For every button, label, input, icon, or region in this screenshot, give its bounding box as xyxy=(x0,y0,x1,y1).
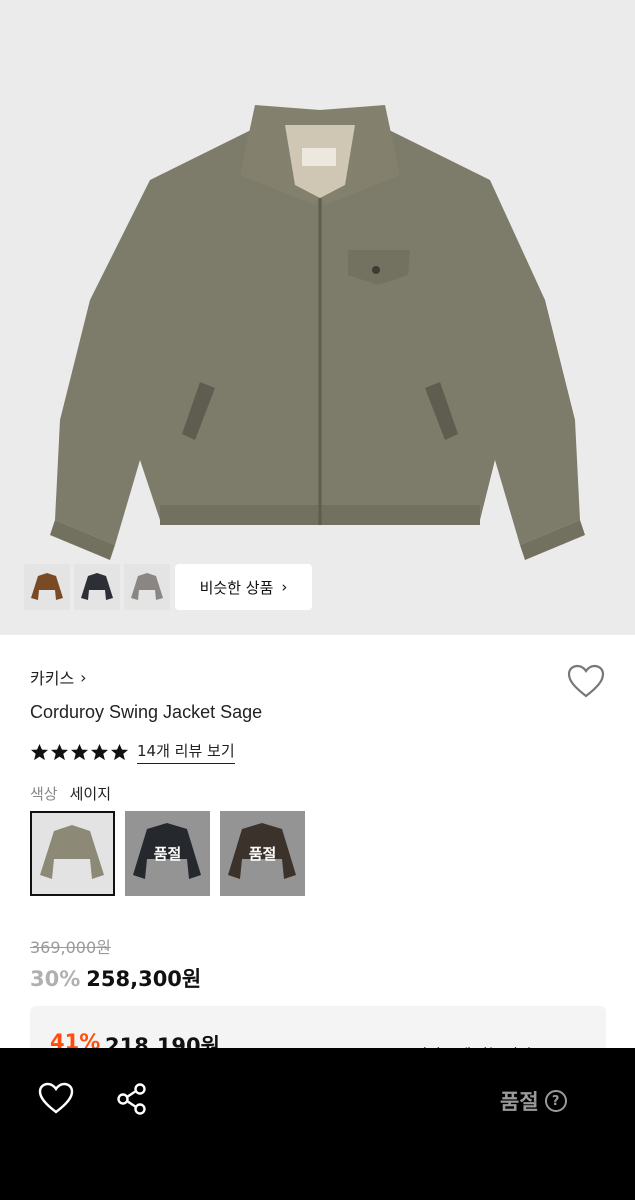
original-price: 369,000원 xyxy=(30,938,111,957)
bottom-action-bar xyxy=(0,1048,635,1200)
product-hero-image[interactable]: 비슷한 상품 › xyxy=(0,0,635,635)
jacket-navy-thumbnail-icon xyxy=(81,573,113,600)
sold-out-overlay: 품절 xyxy=(125,811,210,896)
swatch-sage[interactable] xyxy=(30,811,115,896)
jacket-grey-thumbnail-icon xyxy=(131,573,163,600)
star-icon xyxy=(30,743,49,760)
brand-link[interactable]: 카키스 › xyxy=(30,665,87,689)
rating-row: 14개 리뷰 보기 xyxy=(30,740,235,764)
star-icon xyxy=(50,743,69,760)
jacket-sage-swatch-icon xyxy=(32,813,113,894)
discount-rate: 30% xyxy=(30,967,81,991)
wishlist-heart-icon[interactable] xyxy=(38,1082,74,1116)
star-icon xyxy=(70,743,89,760)
sold-out-status: 품절 ? xyxy=(500,1086,567,1116)
swatch-brown[interactable]: 품절 xyxy=(220,811,305,896)
chevron-right-icon: › xyxy=(80,667,87,687)
color-swatches: 품절 품절 xyxy=(30,811,305,896)
swatch-navy[interactable]: 품절 xyxy=(125,811,210,896)
help-icon[interactable]: ? xyxy=(544,1090,567,1112)
sold-out-overlay: 품절 xyxy=(220,811,305,896)
sold-out-label: 품절 xyxy=(500,1090,539,1114)
wishlist-heart-icon[interactable] xyxy=(567,664,605,700)
thumbnail-grey[interactable] xyxy=(124,564,170,610)
reviews-link[interactable]: 14개 리뷰 보기 xyxy=(137,740,235,764)
similar-products-button[interactable]: 비슷한 상품 › xyxy=(175,564,312,610)
product-title: Corduroy Swing Jacket Sage xyxy=(30,702,263,722)
color-value: 세이지 xyxy=(69,785,112,803)
thumbnail-navy[interactable] xyxy=(74,564,120,610)
star-icon xyxy=(90,743,109,760)
sale-price: 258,300원 xyxy=(86,967,202,991)
rating-stars xyxy=(30,743,129,762)
price-row: 30% 258,300원 xyxy=(30,963,201,993)
jacket-brown-thumbnail-icon xyxy=(31,573,63,600)
star-icon xyxy=(110,743,129,760)
similar-products-label: 비슷한 상품 xyxy=(199,578,274,597)
color-selector-header: 색상 세이지 xyxy=(30,783,111,804)
chevron-right-icon: › xyxy=(281,578,288,596)
color-label: 색상 xyxy=(30,785,58,803)
jacket-image xyxy=(50,105,585,560)
thumbnail-row xyxy=(24,564,170,610)
brand-name: 카키스 xyxy=(30,669,75,688)
thumbnail-brown[interactable] xyxy=(24,564,70,610)
share-icon[interactable] xyxy=(115,1082,149,1116)
